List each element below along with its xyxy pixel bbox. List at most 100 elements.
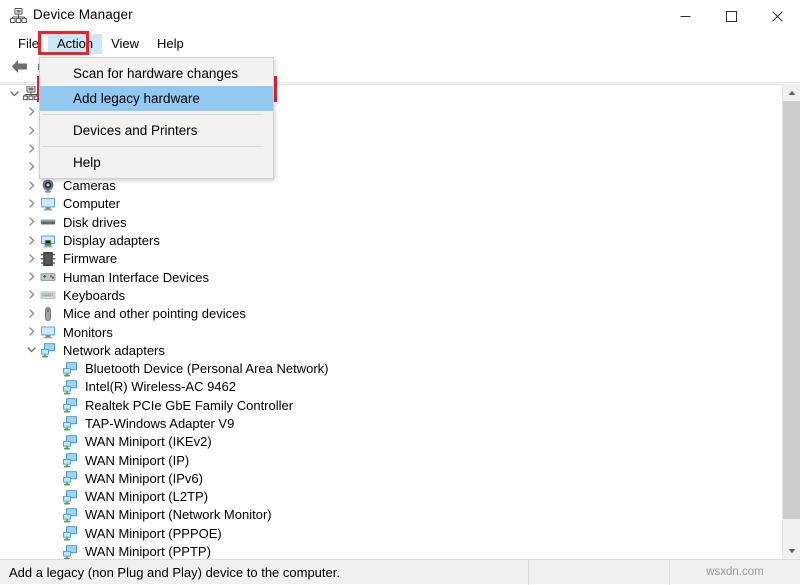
device-manager-window: Device Manager File Action View Help — [0, 0, 800, 584]
tree-item[interactable]: WAN Miniport (IKEv2) — [0, 433, 783, 451]
tree-item-label: TAP-Windows Adapter V9 — [83, 415, 236, 432]
display-adapter-icon — [40, 233, 56, 249]
menu-item-help[interactable]: Help — [40, 150, 273, 175]
chevron-down-icon[interactable] — [9, 88, 21, 100]
menu-item-scan-for-hardware-changes[interactable]: Scan for hardware changes — [40, 61, 273, 86]
tree-item[interactable]: WAN Miniport (PPPOE) — [0, 524, 783, 542]
chevron-right-icon[interactable] — [26, 308, 38, 320]
action-menu-dropdown[interactable]: Scan for hardware changesAdd legacy hard… — [39, 57, 274, 179]
menu-action[interactable]: Action — [48, 34, 102, 54]
maximize-button[interactable] — [708, 0, 754, 32]
back-button[interactable] — [6, 57, 32, 81]
vertical-scrollbar[interactable] — [782, 84, 800, 559]
network-adapter-icon — [40, 342, 56, 358]
back-arrow-icon — [11, 59, 28, 79]
tree-item-label: Human Interface Devices — [61, 269, 211, 286]
network-adapter-icon — [62, 434, 78, 450]
tree-item[interactable]: Bluetooth Device (Personal Area Network) — [0, 359, 783, 377]
monitor-icon — [40, 324, 56, 340]
tree-item[interactable]: WAN Miniport (L2TP) — [0, 488, 783, 506]
tree-item-label: WAN Miniport (L2TP) — [83, 488, 210, 505]
chevron-right-icon[interactable] — [26, 143, 38, 155]
status-divider-1 — [528, 560, 529, 585]
chevron-right-icon[interactable] — [26, 253, 38, 265]
tree-item[interactable]: WAN Miniport (IPv6) — [0, 469, 783, 487]
tree-item[interactable]: Computer — [0, 195, 783, 213]
status-bar: Add a legacy (non Plug and Play) device … — [0, 559, 800, 584]
chevron-right-icon[interactable] — [26, 161, 38, 173]
tree-item[interactable]: Realtek PCIe GbE Family Controller — [0, 396, 783, 414]
tree-item-label: Intel(R) Wireless-AC 9462 — [83, 378, 238, 395]
network-adapter-icon — [62, 470, 78, 486]
tree-item[interactable]: WAN Miniport (PPTP) — [0, 542, 783, 560]
menu-file[interactable]: File — [9, 34, 48, 54]
tree-item[interactable]: Cameras — [0, 176, 783, 194]
chevron-down-icon[interactable] — [26, 344, 38, 356]
chevron-right-icon[interactable] — [26, 125, 38, 137]
tree-item[interactable]: WAN Miniport (Network Monitor) — [0, 506, 783, 524]
menu-help[interactable]: Help — [148, 34, 193, 54]
network-adapter-icon — [62, 544, 78, 560]
chevron-right-icon[interactable] — [26, 271, 38, 283]
chevron-right-icon[interactable] — [26, 106, 38, 118]
tree-item[interactable]: Firmware — [0, 250, 783, 268]
tree-item[interactable]: Network adapters — [0, 341, 783, 359]
menu-bar: File Action View Help — [0, 32, 800, 55]
chevron-right-icon[interactable] — [26, 198, 38, 210]
tree-spacer — [48, 527, 60, 539]
tree-item[interactable]: Monitors — [0, 323, 783, 341]
watermark: wsxdn.com — [670, 566, 800, 578]
tree-item[interactable]: Intel(R) Wireless-AC 9462 — [0, 378, 783, 396]
tree-item[interactable]: Keyboards — [0, 286, 783, 304]
status-text: Add a legacy (non Plug and Play) device … — [0, 565, 528, 580]
tree-item[interactable]: Mice and other pointing devices — [0, 305, 783, 323]
tree-item[interactable]: Display adapters — [0, 231, 783, 249]
tree-item[interactable]: WAN Miniport (IP) — [0, 451, 783, 469]
tree-item-label: WAN Miniport (IPv6) — [83, 470, 205, 487]
chevron-right-icon[interactable] — [26, 180, 38, 192]
tree-spacer — [48, 399, 60, 411]
tree-spacer — [48, 381, 60, 393]
menu-separator — [42, 146, 263, 147]
minimize-button[interactable] — [662, 0, 708, 32]
tree-item-label: Mice and other pointing devices — [61, 305, 248, 322]
tree-item-label: Display adapters — [61, 232, 162, 249]
tree-spacer — [48, 472, 60, 484]
tree-spacer — [48, 454, 60, 466]
menu-item-devices-and-printers[interactable]: Devices and Printers — [40, 118, 273, 143]
menu-separator — [42, 114, 263, 115]
tree-item-label: Realtek PCIe GbE Family Controller — [83, 397, 295, 414]
tree-item[interactable]: Human Interface Devices — [0, 268, 783, 286]
menu-view[interactable]: View — [102, 34, 148, 54]
network-adapter-icon — [62, 452, 78, 468]
camera-icon — [40, 178, 56, 194]
tree-spacer — [48, 491, 60, 503]
scrollbar-thumb[interactable] — [783, 101, 800, 519]
firmware-icon — [40, 251, 56, 267]
chevron-right-icon[interactable] — [26, 289, 38, 301]
tree-spacer — [48, 417, 60, 429]
tree-item-label: Bluetooth Device (Personal Area Network) — [83, 360, 331, 377]
tree-item-label: WAN Miniport (IKEv2) — [83, 433, 214, 450]
tree-item-label: Keyboards — [61, 287, 127, 304]
tree-item[interactable]: Disk drives — [0, 213, 783, 231]
device-manager-icon — [10, 8, 27, 24]
chevron-right-icon[interactable] — [26, 235, 38, 247]
hid-icon — [40, 269, 56, 285]
chevron-right-icon[interactable] — [26, 216, 38, 228]
menu-item-add-legacy-hardware[interactable]: Add legacy hardware — [40, 86, 273, 111]
keyboard-icon — [40, 287, 56, 303]
network-adapter-icon — [62, 361, 78, 377]
tree-item-label: WAN Miniport (Network Monitor) — [83, 506, 274, 523]
disk-drive-icon — [40, 214, 56, 230]
close-button[interactable] — [754, 0, 800, 32]
scroll-up-icon[interactable] — [783, 84, 800, 101]
network-adapter-icon — [62, 379, 78, 395]
scroll-down-icon[interactable] — [783, 542, 800, 559]
tree-item[interactable]: TAP-Windows Adapter V9 — [0, 414, 783, 432]
network-adapter-icon — [62, 415, 78, 431]
network-adapter-icon — [62, 507, 78, 523]
chevron-right-icon[interactable] — [26, 326, 38, 338]
tree-spacer — [48, 436, 60, 448]
tree-item-label: Cameras — [61, 177, 118, 194]
